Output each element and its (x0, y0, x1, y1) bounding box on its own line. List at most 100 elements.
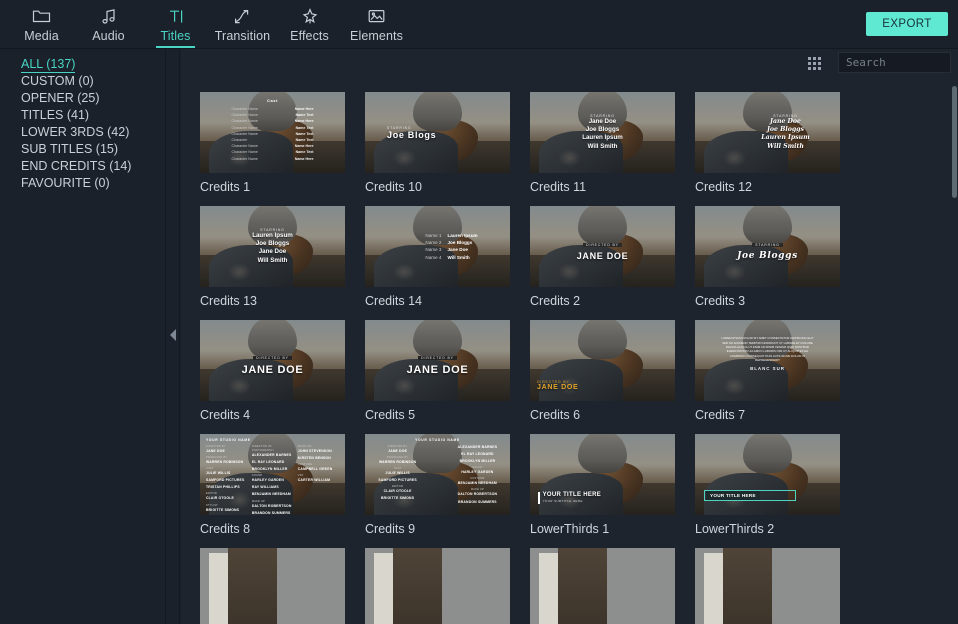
title-card[interactable]: Starring Lauren Ipsum Joe Bloggs Jane Do… (200, 206, 365, 308)
sidebar-item-sub-titles[interactable]: SUB TITLES (15) (0, 141, 165, 158)
titles-content-panel: Cast Character NameName Here Character N… (181, 49, 958, 624)
title-card[interactable] (200, 548, 365, 624)
title-thumbnail[interactable]: YOUR TITLE HERE YOUR SUBTITLE HERE (530, 434, 675, 515)
sidebar-item-custom[interactable]: CUSTOM (0) (0, 73, 165, 90)
sidebar-item-lower-3rds-label: LOWER 3RDS (42) (21, 125, 130, 139)
tab-transition[interactable]: Transition (209, 0, 276, 48)
credit-name: JANE DOE (206, 449, 225, 453)
title-thumbnail[interactable]: Starring Joe Bloggs (695, 206, 840, 287)
title-thumbnail[interactable]: Directed by JANE DOE (530, 320, 675, 401)
sidebar-item-titles[interactable]: TITLES (41) (0, 107, 165, 124)
roll-title: Cast (266, 98, 279, 103)
credit-name: BENJAMIN NEEDHAM (251, 492, 291, 497)
credits-column: ALEXANDER BARNES EL RAY LEONARD BROOKLYN… (451, 445, 504, 507)
title-card[interactable]: YOUR TITLE HERE LowerThirds 2 (695, 434, 860, 536)
scrollbar-thumb[interactable] (952, 86, 957, 198)
export-button[interactable]: EXPORT (866, 12, 948, 36)
sidebar-item-lower-3rds[interactable]: LOWER 3RDS (42) (0, 124, 165, 141)
credit-name: CARTER WILLIAM (297, 478, 331, 483)
title-card[interactable]: Name 1 Lauren Ipsum Name 2 Joe Bloggs Name… (365, 206, 530, 308)
sidebar-item-end-credits[interactable]: END CREDITS (14) (0, 158, 165, 175)
credit-name: RAY WILLIAMS (251, 485, 279, 490)
title-thumbnail[interactable]: Directed by JANE DOE (365, 320, 510, 401)
title-thumbnail-loading[interactable] (530, 548, 675, 624)
image-icon (367, 5, 386, 27)
title-card-label: Credits 12 (695, 180, 752, 194)
title-thumbnail[interactable]: LOREM IPSUM DOLOR SIT AMET CONSECTETUR A… (695, 320, 840, 401)
thumbnail-overlay: Cast Character Name Name Here Character N… (200, 92, 345, 173)
title-thumbnail[interactable]: Starring Jane Doe Joe Bloggs Lauren Ipsu… (530, 92, 675, 173)
sidebar-item-end-credits-label: END CREDITS (14) (21, 159, 132, 173)
title-card[interactable]: Directed by JANE DOE Credits 6 (530, 320, 695, 422)
title-card-label: Credits 10 (365, 180, 422, 194)
tab-titles[interactable]: Titles (142, 0, 209, 48)
title-card[interactable]: Starring Jane Doe Joe Bloggs Lauren Ipsu… (695, 92, 860, 194)
titles-library-window: Media Audio Titles Transition Effects El… (0, 0, 958, 624)
tab-elements[interactable]: Elements (343, 0, 410, 48)
title-card-label: Credits 3 (695, 294, 746, 308)
title-card[interactable]: Directed by JANE DOE Credits 2 (530, 206, 695, 308)
thumb-name: JANE DOE (576, 250, 629, 261)
title-thumbnail[interactable]: YOUR STUDIO NAME DIRECTED BY JANE DOE PR… (200, 434, 345, 515)
title-thumbnail[interactable]: Directed by JANE DOE (200, 320, 345, 401)
thumb-paragraph: LOREM IPSUM DOLOR SIT AMET CONSECTETUR A… (721, 336, 814, 363)
title-thumbnail-loading[interactable] (695, 548, 840, 624)
title-card[interactable] (530, 548, 695, 624)
title-thumbnail[interactable]: YOUR STUDIO NAME DIRECTED BY JANE DOE PR… (365, 434, 510, 515)
credit-name: HARLEY GARDEN (461, 470, 494, 475)
roll-role: Character Name (231, 156, 258, 161)
title-card[interactable]: YOUR STUDIO NAME DIRECTED BY JANE DOE PR… (200, 434, 365, 536)
sidebar-item-sub-titles-label: SUB TITLES (15) (21, 142, 119, 156)
sidebar-item-favourite[interactable]: FAVOURITE (0) (0, 175, 165, 192)
title-thumbnail[interactable]: Starring Jane Doe Joe Bloggs Lauren Ipsu… (695, 92, 840, 173)
title-card[interactable] (365, 548, 530, 624)
folder-icon (32, 5, 51, 27)
credit-name: CAMPBELL GREEN (297, 467, 333, 472)
tab-effects[interactable]: Effects (276, 0, 343, 48)
title-thumbnail-loading[interactable] (200, 548, 345, 624)
sidebar-item-opener[interactable]: OPENER (25) (0, 90, 165, 107)
title-thumbnail[interactable]: Starring Lauren Ipsum Joe Bloggs Jane Do… (200, 206, 345, 287)
title-thumbnail-loading[interactable] (365, 548, 510, 624)
titles-grid-scroll[interactable]: Cast Character Name Name Here Character N… (181, 80, 958, 624)
thumb-key: Name 4 (425, 254, 442, 260)
title-card[interactable]: Cast Character Name Name Here Character N… (200, 92, 365, 194)
sidebar-item-opener-label: OPENER (25) (21, 91, 100, 105)
roll-name: Name Here (294, 156, 314, 161)
title-thumbnail[interactable]: YOUR TITLE HERE (695, 434, 840, 515)
title-thumbnail[interactable]: Cast Character Name Name Here Character N… (200, 92, 345, 173)
collapse-sidebar-handle[interactable] (170, 329, 176, 341)
title-card[interactable]: Starring Joe Bloggs Credits 3 (695, 206, 860, 308)
title-card[interactable]: Starring Joe Blogs Credits 10 (365, 92, 530, 194)
sidebar-item-custom-label: CUSTOM (0) (21, 74, 94, 88)
title-thumbnail[interactable]: Directed by JANE DOE (530, 206, 675, 287)
title-thumbnail[interactable]: Name 1 Lauren Ipsum Name 2 Joe Bloggs Name… (365, 206, 510, 287)
title-card[interactable]: Directed by JANE DOE Credits 5 (365, 320, 530, 422)
tab-effects-label: Effects (290, 29, 329, 43)
thumb-name: Will Smith (587, 142, 618, 150)
sidebar-item-all[interactable]: ALL (137) (0, 56, 165, 73)
title-card[interactable]: Directed by JANE DOE Credits 4 (200, 320, 365, 422)
thumb-name: YOUR TITLE HERE (706, 491, 760, 500)
title-card[interactable] (695, 548, 860, 624)
search-box[interactable] (838, 52, 958, 73)
title-card[interactable]: Starring Jane Doe Joe Bloggs Lauren Ipsu… (530, 92, 695, 194)
title-card[interactable]: YOUR TITLE HERE YOUR SUBTITLE HERE Lower… (530, 434, 695, 536)
credit-name: WARREN ROBINSON (378, 460, 417, 465)
tab-audio[interactable]: Audio (75, 0, 142, 48)
tab-media[interactable]: Media (8, 0, 75, 48)
search-input[interactable] (839, 53, 958, 72)
grid-dots-icon[interactable] (808, 57, 823, 72)
accent-bar (538, 492, 540, 504)
credit-name: DALTON ROBERTSON (457, 492, 498, 497)
title-card[interactable]: YOUR STUDIO NAME DIRECTED BY JANE DOE PR… (365, 434, 530, 536)
credits-column: DIRECTOR OF PHOTOGRAPHY ALEXANDER BARNES… (252, 445, 293, 515)
content-scrollbar[interactable] (951, 80, 958, 624)
thumb-name: Jane Doe (770, 117, 801, 125)
title-card-label: LowerThirds 1 (530, 522, 610, 536)
credit-name: EL RAY LEONARD (251, 460, 285, 465)
thumb-subtitle: Directed by (253, 355, 292, 360)
thumb-value: Will Smith (447, 254, 470, 260)
title-card[interactable]: LOREM IPSUM DOLOR SIT AMET CONSECTETUR A… (695, 320, 860, 422)
title-thumbnail[interactable]: Starring Joe Blogs (365, 92, 510, 173)
